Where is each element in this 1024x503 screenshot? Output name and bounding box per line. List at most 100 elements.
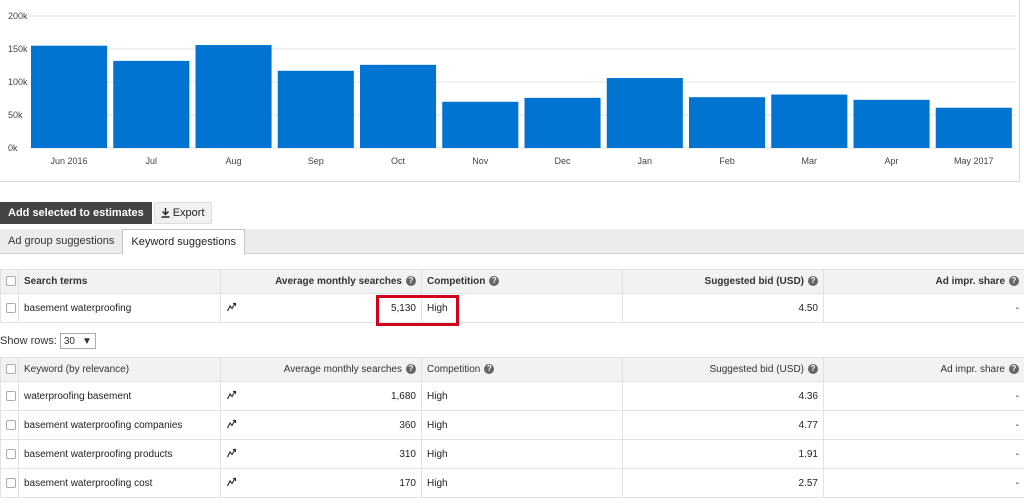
row-checkbox[interactable]	[6, 477, 16, 488]
row-select-cell	[0, 468, 19, 498]
rows-per-page-value: 30	[63, 335, 75, 347]
header-ad-impr-share[interactable]: Ad impr. share?	[823, 269, 1024, 294]
search-terms-table: Search terms Average monthly searches? C…	[0, 269, 1024, 323]
avg-searches-cell: 310	[220, 439, 422, 469]
header-avg-monthly-searches[interactable]: Average monthly searches?	[220, 357, 422, 382]
bar	[524, 97, 601, 148]
bar	[360, 64, 437, 148]
row-select-cell	[0, 439, 19, 469]
table-header-row: Search terms Average monthly searches? C…	[0, 269, 1024, 294]
header-competition[interactable]: Competition?	[421, 357, 623, 382]
x-tick-label: Oct	[391, 156, 406, 166]
row-checkbox[interactable]	[6, 419, 16, 430]
y-tick-label: 0k	[8, 143, 18, 153]
row-checkbox[interactable]	[6, 448, 16, 459]
bar	[606, 78, 683, 148]
avg-searches-value: 360	[399, 420, 416, 431]
bar	[31, 45, 108, 149]
help-icon[interactable]: ?	[808, 364, 818, 375]
help-icon[interactable]: ?	[489, 276, 500, 287]
help-icon[interactable]: ?	[406, 276, 416, 287]
help-icon[interactable]: ?	[484, 364, 495, 375]
bar	[853, 99, 930, 148]
tab-keyword-suggestions[interactable]: Keyword suggestions	[122, 229, 245, 255]
header-keyword[interactable]: Keyword (by relevance)	[18, 357, 221, 382]
avg-searches-cell: 170	[220, 468, 422, 498]
row-select-cell	[0, 410, 19, 440]
y-tick-label: 50k	[8, 110, 23, 120]
toolbar: Add selected to estimates Export	[0, 202, 212, 224]
select-all-cell	[0, 269, 19, 294]
avg-searches-value: 5,130	[390, 303, 416, 314]
bar	[689, 97, 766, 148]
competition-cell: High	[421, 410, 623, 440]
trend-chart-icon[interactable]	[227, 477, 237, 487]
help-icon[interactable]: ?	[406, 364, 416, 375]
y-tick-label: 200k	[8, 11, 28, 21]
share-cell: -	[823, 468, 1024, 498]
x-tick-label: Jan	[638, 156, 653, 166]
export-label: Export	[172, 207, 205, 219]
row-select-cell	[0, 293, 19, 323]
bar-chart: 0k 50k 100k 150k 200k Jun 2016 Jul Aug Sep Oct Nov…	[8, 11, 1016, 166]
row-checkbox[interactable]	[6, 390, 16, 401]
bar	[935, 107, 1012, 148]
table-row: basement waterproofing 5,130 High 4.50 -	[0, 293, 1024, 323]
rows-per-page-select[interactable]: 30 ▼	[59, 333, 96, 349]
term-cell: basement waterproofing	[18, 293, 221, 323]
select-all-checkbox[interactable]	[6, 276, 16, 287]
header-competition[interactable]: Competition?	[421, 269, 623, 294]
row-select-cell	[0, 381, 19, 411]
header-label: Average monthly searches	[283, 364, 402, 375]
y-tick-label: 150k	[8, 44, 28, 54]
keyword-cell: basement waterproofing companies	[18, 410, 221, 440]
tab-ad-group-suggestions[interactable]: Ad group suggestions	[0, 229, 122, 254]
header-label: Competition	[427, 276, 486, 287]
competition-cell: High	[421, 439, 623, 469]
header-label: Ad impr. share	[935, 276, 1005, 287]
header-label: Competition	[427, 364, 481, 375]
help-icon[interactable]: ?	[808, 276, 818, 287]
x-tick-label: Dec	[555, 156, 572, 166]
bar	[277, 70, 354, 148]
keyword-cell: basement waterproofing cost	[18, 468, 221, 498]
avg-searches-cell: 5,130	[220, 293, 422, 323]
header-suggested-bid[interactable]: Suggested bid (USD)?	[622, 357, 824, 382]
trend-chart-icon[interactable]	[227, 302, 237, 312]
add-to-estimates-button[interactable]: Add selected to estimates	[0, 202, 152, 224]
keyword-cell: waterproofing basement	[18, 381, 221, 411]
row-checkbox[interactable]	[6, 302, 16, 313]
header-avg-monthly-searches[interactable]: Average monthly searches?	[220, 269, 422, 294]
export-button[interactable]: Export	[153, 202, 212, 224]
competition-cell: High	[421, 293, 623, 323]
bid-cell: 4.50	[622, 293, 824, 323]
header-ad-impr-share[interactable]: Ad impr. share?	[823, 357, 1024, 382]
trend-chart-icon[interactable]	[227, 419, 237, 429]
select-all-cell	[0, 357, 19, 382]
search-volume-chart: 0k 50k 100k 150k 200k Jun 2016 Jul Aug Sep Oct Nov…	[0, 0, 1024, 182]
trend-chart-icon[interactable]	[227, 448, 237, 458]
x-tick-label: Mar	[802, 156, 818, 166]
share-cell: -	[823, 381, 1024, 411]
suggestion-tabs: Ad group suggestions Keyword suggestions	[0, 229, 1024, 255]
select-all-checkbox[interactable]	[6, 364, 16, 375]
bar	[195, 45, 272, 148]
avg-searches-value: 310	[399, 449, 416, 460]
x-tick-label: Apr	[885, 156, 899, 166]
keyword-suggestions-table: Keyword (by relevance) Average monthly s…	[0, 357, 1024, 498]
help-icon[interactable]: ?	[1009, 276, 1019, 287]
x-tick-label: Feb	[719, 156, 735, 166]
header-suggested-bid[interactable]: Suggested bid (USD)?	[622, 269, 824, 294]
show-rows-control: Show rows: 30 ▼	[0, 333, 96, 349]
avg-searches-cell: 1,680	[220, 381, 422, 411]
x-tick-label: Nov	[472, 156, 489, 166]
table-row: basement waterproofing cost 170 High 2.5…	[0, 468, 1024, 498]
help-icon[interactable]: ?	[1009, 364, 1019, 375]
header-label: Suggested bid (USD)	[709, 364, 805, 375]
header-search-terms[interactable]: Search terms	[18, 269, 221, 294]
table-header-row: Keyword (by relevance) Average monthly s…	[0, 357, 1024, 382]
trend-chart-icon[interactable]	[227, 390, 237, 400]
bar	[113, 60, 190, 148]
x-tick-label: Aug	[226, 156, 242, 166]
table-row: basement waterproofing companies 360 Hig…	[0, 410, 1024, 440]
